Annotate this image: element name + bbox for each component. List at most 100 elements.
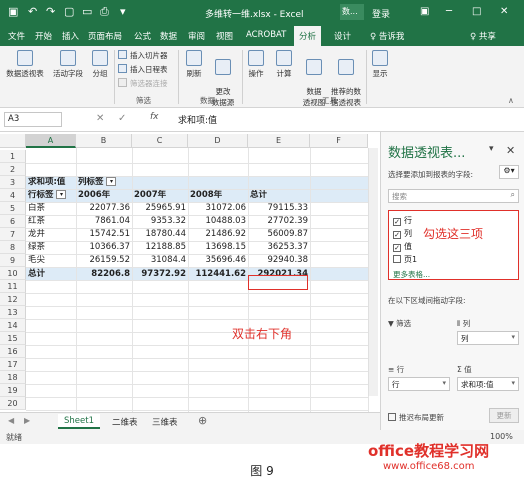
row-header[interactable]: 4 <box>0 189 26 202</box>
data-cell[interactable]: 36253.37 <box>248 241 310 254</box>
year-header[interactable]: 2008年 <box>188 189 248 202</box>
minimize-icon[interactable]: ─ <box>446 6 452 17</box>
actions-button[interactable]: 操作 <box>244 50 268 79</box>
pane-options-icon[interactable]: ▾ <box>489 144 494 154</box>
data-cell[interactable]: 10488.03 <box>188 215 248 228</box>
tab-design[interactable]: 设计 <box>334 30 351 42</box>
data-cell[interactable]: 7861.04 <box>76 215 132 228</box>
row-header[interactable]: 12 <box>0 293 26 306</box>
undo-icon[interactable]: ↶ <box>28 5 37 18</box>
sheet-tab-2d[interactable]: 二维表 <box>106 414 144 429</box>
tab-page-layout[interactable]: 页面布局 <box>88 30 122 42</box>
row-header[interactable]: 1 <box>0 150 26 163</box>
calculations-button[interactable]: 计算 <box>272 50 296 79</box>
zoom-level[interactable]: 100% <box>490 432 513 441</box>
cancel-icon[interactable]: ✕ <box>96 113 104 124</box>
row-header[interactable]: 19 <box>0 384 26 397</box>
data-cell[interactable]: 25965.91 <box>132 202 188 215</box>
total-cell[interactable]: 97372.92 <box>132 267 188 280</box>
scroll-left-icon[interactable]: ◀ <box>8 416 14 425</box>
total-row-label[interactable]: 总计 <box>26 267 76 280</box>
checkbox[interactable] <box>388 413 396 421</box>
group-button[interactable]: 分组 <box>88 50 112 79</box>
filter-dropdown-icon[interactable]: ▾ <box>56 190 67 199</box>
update-button[interactable]: 更新 <box>489 408 519 423</box>
tell-me-box[interactable]: 数... <box>340 4 364 20</box>
checkbox[interactable]: ✓ <box>393 231 401 239</box>
year-header[interactable]: 2007年 <box>132 189 188 202</box>
filter-connections-button[interactable]: 筛选器连接 <box>118 78 168 89</box>
rows-area-field[interactable]: 行 ▾ <box>388 377 450 391</box>
row-header[interactable]: 11 <box>0 280 26 293</box>
row-header[interactable]: 17 <box>0 358 26 371</box>
data-cell[interactable]: 13698.15 <box>188 241 248 254</box>
pivot-row-label[interactable]: 行标签 ▾ <box>26 189 76 202</box>
more-commands-icon[interactable]: ▾ <box>120 5 126 18</box>
total-cell[interactable]: 112441.62 <box>188 267 248 280</box>
enter-icon[interactable]: ✓ <box>118 113 126 124</box>
row-header[interactable]: 16 <box>0 345 26 358</box>
more-tables-link[interactable]: 更多表格... <box>393 269 430 280</box>
refresh-button[interactable]: 刷新 <box>182 50 206 79</box>
tab-data[interactable]: 数据 <box>160 30 177 42</box>
data-cell[interactable]: 22077.36 <box>76 202 132 215</box>
column-header-c[interactable]: C <box>132 134 188 148</box>
row-header[interactable]: 5 <box>0 202 26 215</box>
field-page1[interactable]: 页1 <box>393 254 417 265</box>
data-cell[interactable]: 92940.38 <box>248 254 310 267</box>
data-cell[interactable]: 31072.06 <box>188 202 248 215</box>
tab-file[interactable]: 文件 <box>8 30 25 42</box>
row-header[interactable]: 14 <box>0 319 26 332</box>
add-sheet-icon[interactable]: ⊕ <box>198 414 207 427</box>
field-row[interactable]: ✓ 行 <box>393 215 412 226</box>
tab-insert[interactable]: 插入 <box>62 30 79 42</box>
row-item-label[interactable]: 毛尖 <box>26 254 76 267</box>
redo-icon[interactable]: ↷ <box>46 5 55 18</box>
data-cell[interactable]: 35696.46 <box>188 254 248 267</box>
formula-input[interactable]: 求和项:值 <box>178 113 217 126</box>
row-header[interactable]: 18 <box>0 371 26 384</box>
row-header[interactable]: 2 <box>0 163 26 176</box>
row-item-label[interactable]: 绿茶 <box>26 241 76 254</box>
insert-slicer-button[interactable]: 插入切片器 <box>118 50 168 61</box>
login-button[interactable]: 登录 <box>372 7 390 20</box>
ribbon-display-icon[interactable]: ▣ <box>420 6 429 17</box>
data-cell[interactable]: 18780.44 <box>132 228 188 241</box>
data-cell[interactable]: 15742.51 <box>76 228 132 241</box>
sheet-tab-3d[interactable]: 三维表 <box>146 414 184 429</box>
row-header[interactable]: 13 <box>0 306 26 319</box>
pivot-sum-label[interactable]: 求和项:值 <box>26 176 76 189</box>
data-cell[interactable]: 31084.4 <box>132 254 188 267</box>
field-value[interactable]: ✓ 值 <box>393 241 412 252</box>
tab-analyze[interactable]: 分析 <box>294 26 322 46</box>
tab-tell-me[interactable]: ♀ 告诉我 <box>370 30 404 42</box>
worksheet-grid[interactable]: A B C D E F 1 2 3 4 5 6 7 8 9 10 11 12 13 14 15 16 17 18 1… <box>0 134 378 412</box>
close-icon[interactable]: ✕ <box>500 6 508 17</box>
close-icon[interactable]: ✕ <box>506 144 515 157</box>
print-icon[interactable]: ⎙ <box>100 5 109 19</box>
maximize-icon[interactable]: □ <box>472 6 481 17</box>
column-header-d[interactable]: D <box>188 134 248 148</box>
field-col[interactable]: ✓ 列 <box>393 228 412 239</box>
data-cell[interactable]: 12188.85 <box>132 241 188 254</box>
row-header[interactable]: 3 <box>0 176 26 189</box>
defer-layout[interactable]: 推迟布局更新 <box>388 412 444 423</box>
tab-home[interactable]: 开始 <box>35 30 52 42</box>
checkbox[interactable]: ✓ <box>393 218 401 226</box>
row-item-label[interactable]: 红茶 <box>26 215 76 228</box>
data-cell[interactable]: 79115.33 <box>248 202 310 215</box>
row-item-label[interactable]: 白茶 <box>26 202 76 215</box>
tab-view[interactable]: 视图 <box>216 30 233 42</box>
tab-formulas[interactable]: 公式 <box>134 30 151 42</box>
row-header[interactable]: 7 <box>0 228 26 241</box>
tab-share[interactable]: ♀ 共享 <box>470 30 496 42</box>
checkbox[interactable] <box>393 255 401 263</box>
select-all-corner[interactable] <box>0 134 26 148</box>
scroll-right-icon[interactable]: ▶ <box>24 416 30 425</box>
row-header[interactable]: 10 <box>0 267 26 280</box>
column-header-e[interactable]: E <box>248 134 310 148</box>
tab-acrobat[interactable]: ACROBAT <box>246 30 286 40</box>
grand-total-header[interactable]: 总计 <box>248 189 368 202</box>
row-header[interactable]: 6 <box>0 215 26 228</box>
save-icon[interactable]: ▣ <box>8 5 18 18</box>
